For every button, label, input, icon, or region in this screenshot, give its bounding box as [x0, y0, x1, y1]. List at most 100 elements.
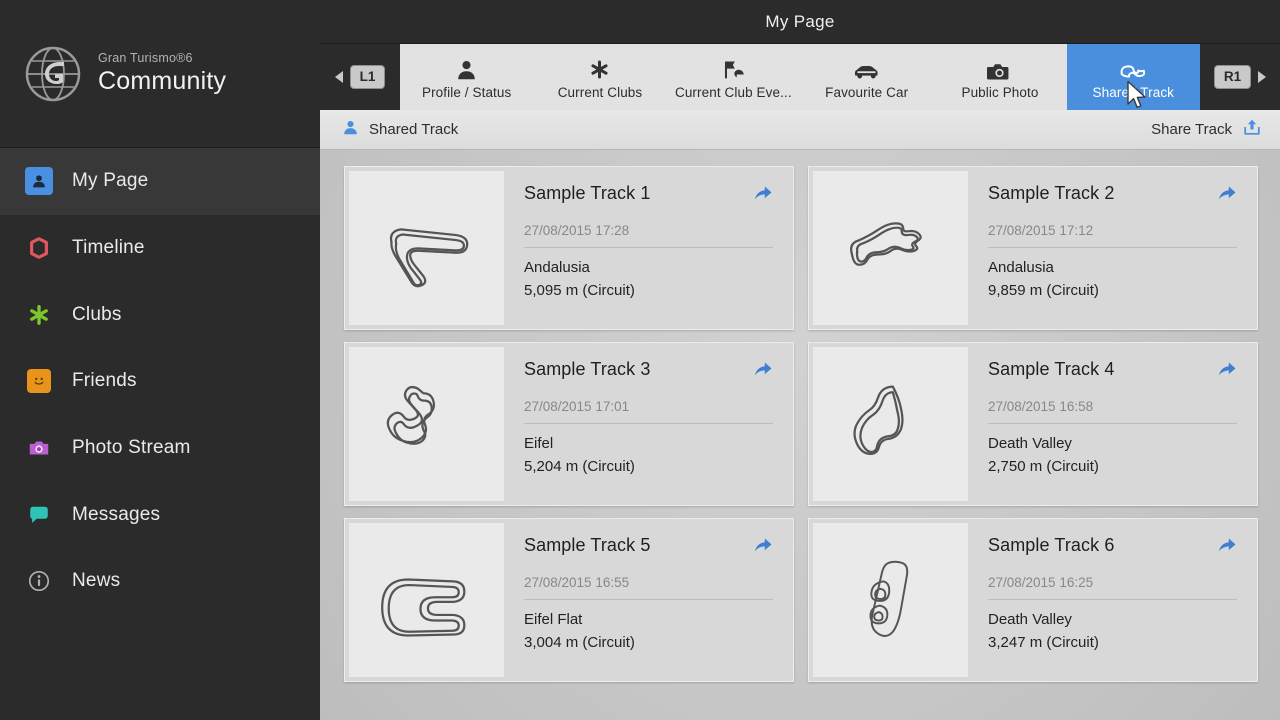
track-card[interactable]: Sample Track 2 27/08/2015 17:12 Andalusi… [808, 166, 1258, 330]
left-shoulder-group[interactable]: L1 [320, 44, 400, 110]
share-arrow-icon[interactable] [1217, 359, 1237, 384]
sidebar-item-label: Clubs [72, 303, 122, 325]
share-arrow-icon[interactable] [753, 183, 773, 208]
upload-icon[interactable] [1242, 117, 1262, 142]
chevron-left-icon[interactable] [334, 71, 343, 83]
person-blue-icon [342, 119, 359, 141]
title-bar: My Page [320, 0, 1280, 44]
tab-current-clubs[interactable]: Current Clubs [533, 44, 666, 110]
track-date: 27/08/2015 17:01 [524, 399, 773, 424]
track-card-body: Sample Track 5 27/08/2015 16:55 Eifel Fl… [504, 523, 789, 677]
track-card[interactable]: Sample Track 5 27/08/2015 16:55 Eifel Fl… [344, 518, 794, 682]
track-title: Sample Track 4 [988, 359, 1115, 379]
track-card[interactable]: Sample Track 6 27/08/2015 16:25 Death Va… [808, 518, 1258, 682]
page-title: My Page [765, 11, 835, 31]
tab-label: Public Photo [961, 84, 1039, 100]
share-arrow-icon[interactable] [1217, 183, 1237, 208]
track-thumbnail [813, 171, 968, 325]
sidebar-item-label: Timeline [72, 237, 145, 259]
app-root: Gran Turismo®6 Community My Page Timelin… [0, 0, 1280, 720]
tab-profile-status[interactable]: Profile / Status [400, 44, 533, 110]
track-icon [1119, 55, 1147, 81]
track-length: 3,004 m (Circuit) [524, 634, 635, 651]
sub-header-title: Shared Track [369, 121, 459, 138]
track-thumbnail [349, 523, 504, 677]
track-outline-2-icon [849, 222, 922, 266]
track-title: Sample Track 3 [524, 359, 651, 379]
track-location: Eifel [524, 435, 554, 452]
track-location: Andalusia [988, 259, 1054, 276]
sidebar-item-label: Photo Stream [72, 437, 191, 459]
sub-header-left: Shared Track [342, 119, 458, 141]
track-card[interactable]: Sample Track 1 27/08/2015 17:28 Andalusi… [344, 166, 794, 330]
track-card-body: Sample Track 6 27/08/2015 16:25 Death Va… [968, 523, 1253, 677]
track-length: 9,859 m (Circuit) [988, 282, 1099, 299]
speech-bubble-icon [24, 500, 54, 530]
track-outline-1-icon [389, 228, 468, 288]
tabs-container: Profile / Status Current Clubs Current C… [400, 44, 1200, 110]
track-length: 5,204 m (Circuit) [524, 458, 635, 475]
share-arrow-icon[interactable] [1217, 535, 1237, 560]
track-location: Eifel Flat [524, 611, 583, 628]
track-location: Andalusia [524, 259, 590, 276]
tab-label: Current Club Eve... [674, 84, 792, 100]
track-date: 27/08/2015 16:55 [524, 575, 773, 600]
track-date: 27/08/2015 16:58 [988, 399, 1237, 424]
sidebar-item-label: My Page [72, 170, 149, 192]
sidebar-item-messages[interactable]: Messages [0, 481, 320, 548]
track-card-body: Sample Track 3 27/08/2015 17:01 Eifel 5,… [504, 347, 789, 501]
asterisk-icon [588, 55, 611, 81]
flag-helmet-icon [721, 55, 746, 81]
track-length: 3,247 m (Circuit) [988, 634, 1099, 651]
track-title: Sample Track 1 [524, 183, 651, 203]
sidebar-item-my-page[interactable]: My Page [0, 148, 320, 215]
sidebar-nav: My Page Timeline Clubs Friends Photo Str… [0, 148, 320, 720]
track-card-body: Sample Track 1 27/08/2015 17:28 Andalusi… [504, 171, 789, 325]
tab-strip: L1 Profile / Status Current Clubs Curren… [320, 44, 1280, 110]
track-title: Sample Track 6 [988, 535, 1115, 555]
sidebar-item-photo-stream[interactable]: Photo Stream [0, 415, 320, 482]
track-card-header: Sample Track 1 [524, 183, 773, 208]
sidebar-item-news[interactable]: News [0, 548, 320, 615]
tab-shared-track[interactable]: Shared Track [1066, 44, 1200, 110]
tab-favourite-car[interactable]: Favourite Car [800, 44, 933, 110]
sidebar-item-label: Messages [72, 503, 161, 525]
sidebar: Gran Turismo®6 Community My Page Timelin… [0, 0, 320, 720]
tab-label: Favourite Car [825, 84, 909, 100]
sidebar-item-clubs[interactable]: Clubs [0, 281, 320, 348]
l1-button[interactable]: L1 [349, 64, 386, 90]
track-location: Death Valley [988, 435, 1072, 452]
sidebar-item-timeline[interactable]: Timeline [0, 215, 320, 282]
share-track-label: Share Track [1151, 121, 1232, 138]
track-length: 2,750 m (Circuit) [988, 458, 1099, 475]
track-title: Sample Track 2 [988, 183, 1115, 203]
track-card-header: Sample Track 2 [988, 183, 1237, 208]
chevron-right-icon[interactable] [1258, 71, 1267, 83]
tab-public-photo[interactable]: Public Photo [933, 44, 1066, 110]
sidebar-item-label: Friends [72, 370, 137, 392]
track-card[interactable]: Sample Track 3 27/08/2015 17:01 Eifel 5,… [344, 342, 794, 506]
share-arrow-icon[interactable] [753, 359, 773, 384]
info-circle-icon [24, 566, 54, 596]
main-pane: My Page L1 Profile / Status Current Club… [320, 0, 1280, 720]
right-shoulder-group[interactable]: R1 [1200, 44, 1280, 110]
tab-label: Shared Track [1092, 84, 1175, 100]
person-square-icon [24, 166, 54, 196]
track-thumbnail [813, 523, 968, 677]
tab-current-club-events[interactable]: Current Club Eve... [667, 44, 800, 110]
track-card-header: Sample Track 5 [524, 535, 773, 560]
share-track-button[interactable]: Share Track [1151, 117, 1262, 142]
sidebar-item-friends[interactable]: Friends [0, 348, 320, 415]
track-grid: Sample Track 1 27/08/2015 17:28 Andalusi… [344, 166, 1258, 682]
track-location: Death Valley [988, 611, 1072, 628]
track-thumbnail [349, 171, 504, 325]
car-icon [853, 55, 880, 81]
track-thumbnail [349, 347, 504, 501]
share-arrow-icon[interactable] [753, 535, 773, 560]
track-card[interactable]: Sample Track 4 27/08/2015 16:58 Death Va… [808, 342, 1258, 506]
track-date: 27/08/2015 17:28 [524, 223, 773, 248]
track-card-header: Sample Track 4 [988, 359, 1237, 384]
brand-header: Gran Turismo®6 Community [0, 0, 320, 148]
camera-icon [24, 433, 54, 463]
r1-button[interactable]: R1 [1213, 64, 1252, 90]
